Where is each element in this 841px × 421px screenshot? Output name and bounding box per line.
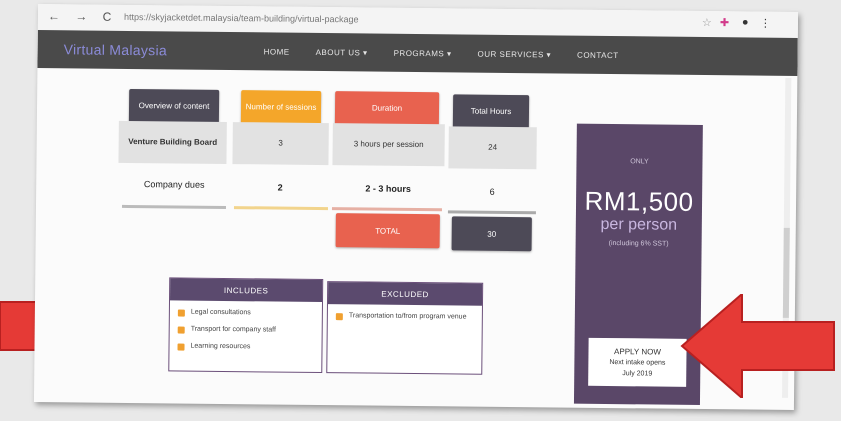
cell-r1-overview: Venture Building Board [118,120,227,165]
list-item: Legal consultations [177,309,322,319]
star-icon[interactable]: ☆ [702,16,712,29]
cell-r1-total: 24 [448,126,537,170]
menu-icon[interactable]: ⋮ [760,17,771,30]
check-icon [177,309,185,317]
excludes-title: EXCLUDED [327,282,483,306]
header-total-hours: Total Hours [452,94,530,130]
cell-r2-total: 6 [489,186,495,197]
row-separator-3 [331,207,442,212]
check-icon [177,343,185,351]
browser-nav-buttons[interactable]: ← → C [48,9,117,24]
header-sessions: Number of sessions [240,90,322,125]
profile-icon[interactable]: ● [742,16,749,28]
includes-title: INCLUDES [170,278,323,303]
cell-r2-sessions: 2 [277,182,283,193]
total-value: 30 [451,216,532,252]
main-menu: HOME ABOUT US ▾ PROGRAMS ▾ OUR SERVICES … [264,47,619,60]
row-separator-4 [447,210,536,215]
price-only-label: ONLY [630,158,649,166]
row-separator-2 [233,206,328,211]
total-label: TOTAL [335,213,440,249]
cell-r2-duration: 2 - 3 hours [365,183,411,194]
includes-box: INCLUDES Legal consultations Transport f… [168,277,324,374]
puzzle-icon[interactable]: ✚ [720,16,729,29]
menu-home[interactable]: HOME [264,47,290,56]
menu-services[interactable]: OUR SERVICES ▾ [477,50,551,60]
check-icon [177,326,185,334]
cell-r1-duration: 3 hours per session [332,123,445,167]
cell-r1-sessions: 3 [232,122,329,166]
excludes-box: EXCLUDED Transportation to/from program … [326,281,484,375]
right-pointer-arrow [680,294,835,398]
site-navbar: Virtual Malaysia HOME ABOUT US ▾ PROGRAM… [37,30,798,76]
site-logo[interactable]: Virtual Malaysia [64,41,168,58]
price-per-person: per person [600,215,678,234]
cell-r2-overview: Company dues [143,179,205,190]
cross-icon [335,313,343,321]
header-duration: Duration [334,91,440,127]
list-item: Transportation to/from program venue [335,312,482,322]
header-overview: Overview of content [128,88,220,124]
intake-date: July 2019 [622,369,653,377]
menu-about[interactable]: ABOUT US ▾ [316,48,368,58]
list-item: Transport for company staff [177,326,322,336]
address-bar[interactable]: https://skyjacketdet.malaysia/team-build… [124,12,359,24]
list-item: Learning resources [177,343,321,353]
price-amount: RM1,500 [584,185,694,217]
menu-programs[interactable]: PROGRAMS ▾ [394,49,452,59]
row-separator-1 [121,204,226,210]
menu-contact[interactable]: CONTACT [577,51,619,60]
apply-now-button[interactable]: APPLY NOW Next intake opens July 2019 [588,337,687,387]
price-tax-note: (including 6% SST) [608,240,669,248]
